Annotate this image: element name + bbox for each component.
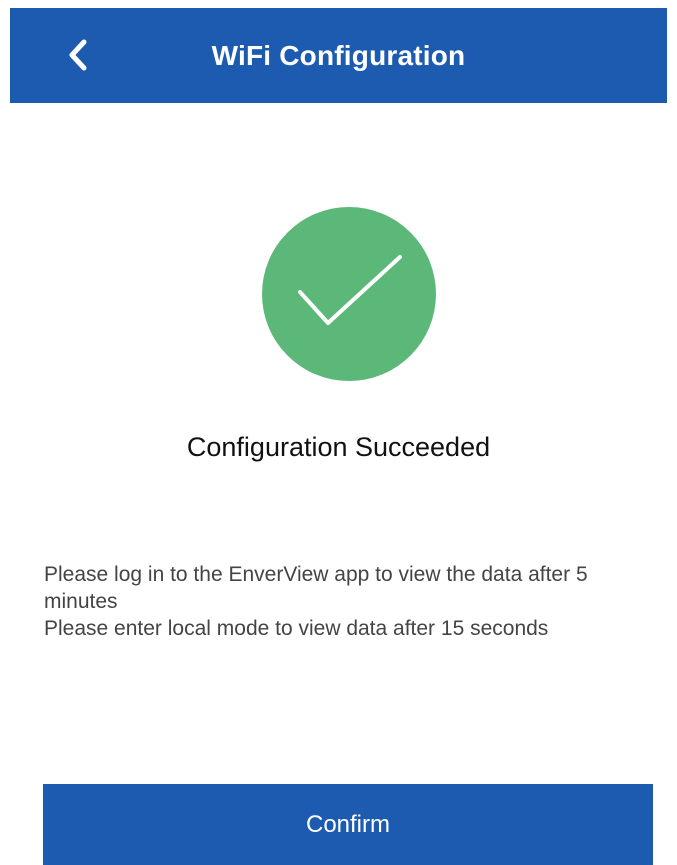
confirm-button[interactable]: Confirm bbox=[43, 784, 653, 865]
status-title: Configuration Succeeded bbox=[186, 432, 491, 462]
app-header: WiFi Configuration bbox=[10, 8, 667, 103]
wifi-config-success-screen: WiFi Configuration Configuration Succeed… bbox=[0, 0, 677, 865]
checkmark-circle-icon bbox=[262, 207, 436, 381]
page-title: WiFi Configuration bbox=[211, 40, 466, 71]
status-message: Please log in to the EnverView app to vi… bbox=[44, 563, 588, 640]
